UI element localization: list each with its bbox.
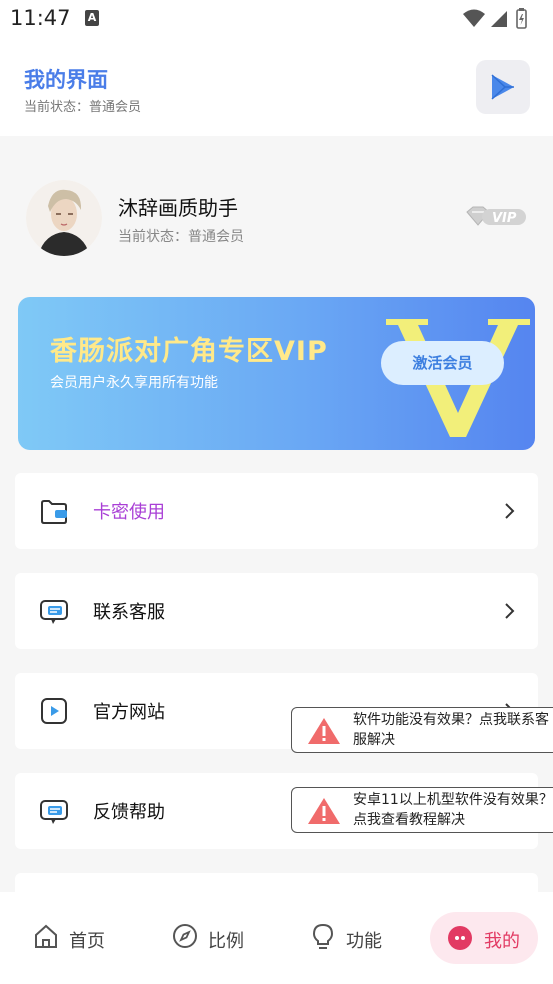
play-icon	[491, 74, 514, 100]
play-store-button[interactable]	[476, 60, 530, 114]
menu-item-label: 官方网站	[93, 702, 165, 723]
menu-item-label: 联系客服	[93, 602, 165, 623]
avatar[interactable]	[26, 180, 102, 256]
compass-icon	[173, 924, 197, 948]
tooltip-support[interactable]: 软件功能没有效果？点我联系客服解决	[291, 707, 553, 753]
card-wallet-icon	[39, 497, 69, 529]
status-bar: 11:47 A	[0, 0, 553, 38]
nav-label: 功能	[346, 931, 382, 952]
menu-item-label: 卡密使用	[93, 502, 165, 523]
warning-icon	[306, 716, 342, 750]
chat-support-icon	[39, 597, 69, 629]
chevron-right-icon	[504, 501, 516, 525]
nav-features[interactable]: 功能	[310, 919, 390, 959]
avatar-portrait	[26, 180, 102, 256]
page-header: 我的界面 当前状态：普通会员	[0, 38, 553, 136]
nav-label: 比例	[208, 931, 244, 952]
vip-badge-text: VIP	[492, 211, 517, 226]
menu-item-card-code[interactable]: 卡密使用	[15, 473, 538, 549]
wifi-signal-battery-icon	[463, 8, 527, 29]
chevron-right-icon	[504, 601, 516, 625]
tooltip-text: 软件功能没有效果？点我联系客服解决	[353, 712, 549, 748]
nav-ratio[interactable]: 比例	[172, 919, 252, 959]
warning-icon	[306, 796, 342, 830]
tooltip-text: 安卓11以上机型软件没有效果？点我查看教程解决	[353, 792, 553, 828]
nav-mine[interactable]: 我的	[430, 912, 538, 964]
page-title: 我的界面	[24, 68, 108, 92]
profile-name: 沐辞画质助手	[118, 196, 238, 220]
vip-diamond-icon: VIP	[466, 206, 526, 226]
profile-face-icon	[448, 926, 472, 950]
bottom-navigation: 首页 比例 功能 我的	[0, 892, 553, 984]
activate-membership-button[interactable]: 激活会员	[381, 341, 504, 385]
nav-label: 首页	[69, 931, 105, 952]
tooltip-android11[interactable]: 安卓11以上机型软件没有效果？点我查看教程解决	[291, 787, 553, 833]
banner-title: 香肠派对广角专区VIP	[50, 336, 328, 367]
feedback-chat-icon	[39, 797, 69, 829]
menu-item-contact-support[interactable]: 联系客服	[15, 573, 538, 649]
status-time: 11:47	[10, 6, 71, 30]
profile-status: 当前状态：普通会员	[118, 229, 244, 245]
home-icon	[35, 924, 57, 948]
status-icons	[461, 6, 541, 36]
vip-banner[interactable]: 香肠派对广角专区VIP 会员用户永久享用所有功能 激活会员	[18, 297, 535, 450]
page-subtitle: 当前状态：普通会员	[24, 100, 142, 115]
nav-home[interactable]: 首页	[33, 919, 113, 959]
play-video-icon	[39, 697, 69, 729]
banner-subtitle: 会员用户永久享用所有功能	[50, 375, 218, 391]
nav-label: 我的	[484, 931, 520, 952]
menu-item-label: 反馈帮助	[93, 802, 165, 823]
lightbulb-icon	[312, 923, 334, 949]
vip-badge: VIP	[464, 205, 528, 233]
notification-icon: A	[85, 10, 99, 26]
